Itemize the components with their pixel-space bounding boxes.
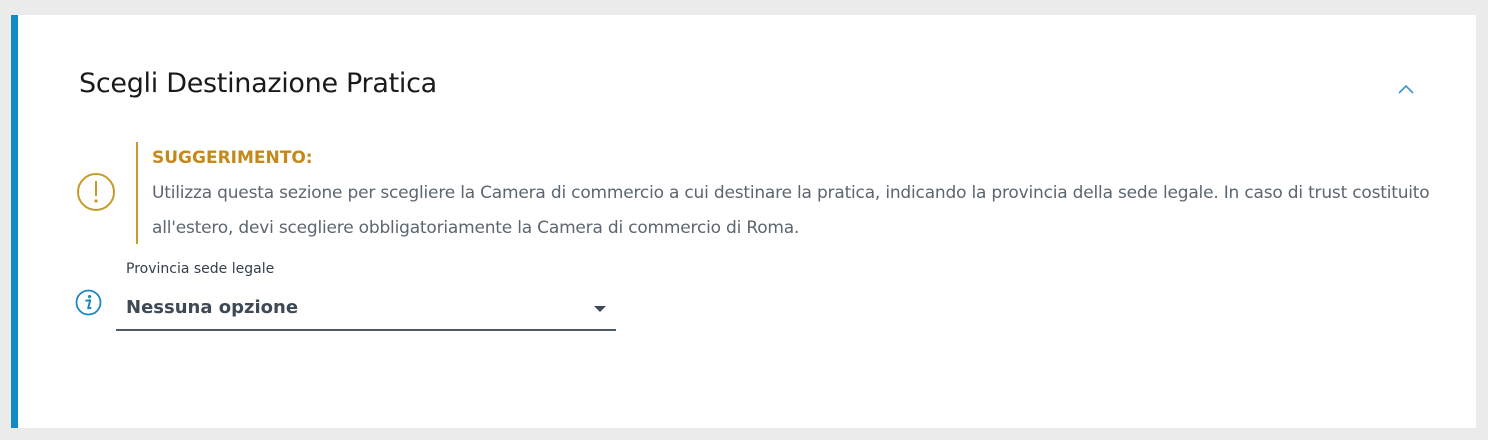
chevron-up-icon: [1398, 84, 1414, 94]
hint-text: Utilizza questa sezione per scegliere la…: [152, 183, 1430, 238]
section-title: Scegli Destinazione Pratica: [79, 68, 437, 99]
province-select[interactable]: Nessuna opzione: [116, 291, 616, 331]
info-icon[interactable]: [75, 289, 102, 316]
caret-down-icon: [594, 306, 606, 312]
province-select-value: Nessuna opzione: [126, 297, 299, 318]
exclamation-circle-icon: [77, 173, 115, 211]
province-field-label: Provincia sede legale: [126, 261, 275, 277]
destination-section-card: Scegli Destinazione Pratica SUGGERIMENTO…: [11, 15, 1476, 428]
collapse-section-button[interactable]: [1391, 78, 1421, 100]
hint-title: SUGGERIMENTO:: [152, 148, 313, 168]
hint-divider: [136, 142, 138, 244]
